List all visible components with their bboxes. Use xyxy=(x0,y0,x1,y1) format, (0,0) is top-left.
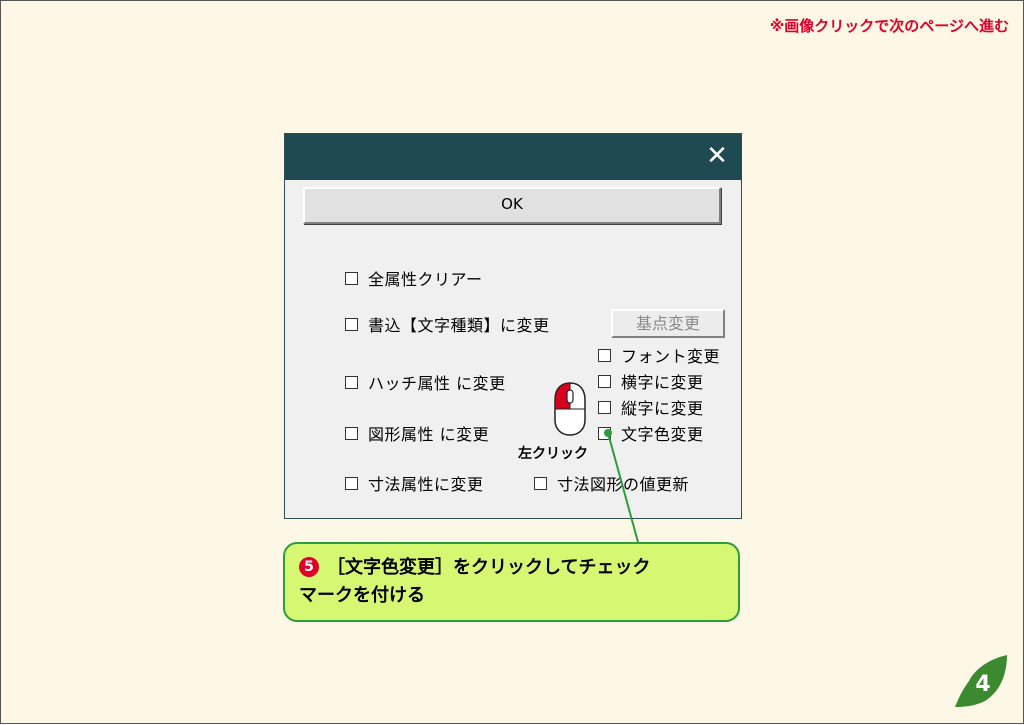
page-number: 4 xyxy=(975,672,990,697)
title-bar: ✕ xyxy=(285,134,741,180)
checkbox-dimension[interactable]: 寸法属性に変更 xyxy=(345,473,484,494)
checkbox-box[interactable] xyxy=(345,317,358,331)
dialog-window: ✕ OK 全属性クリアー 書込【文字種類】に変更 基点変更 フォント変更 ハッチ… xyxy=(284,133,742,519)
instruction-line-1: ［文字色変更］をクリックしてチェック xyxy=(327,557,651,578)
checkbox-figure[interactable]: 図形属性 に変更 xyxy=(345,423,490,444)
instruction-callout: 5 ［文字色変更］をクリックしてチェック マークを付ける xyxy=(283,542,740,622)
basepoint-change-button: 基点変更 xyxy=(611,309,725,338)
checkbox-text-color[interactable]: 文字色変更 xyxy=(598,423,704,444)
checkbox-label: フォント変更 xyxy=(621,347,721,366)
checkbox-horizontal[interactable]: 横字に変更 xyxy=(598,371,704,392)
checkbox-hatch[interactable]: ハッチ属性 に変更 xyxy=(345,372,506,393)
checkbox-label: 横字に変更 xyxy=(621,373,704,392)
checkbox-label: 文字色変更 xyxy=(621,425,704,444)
checkbox-label: 寸法図形の値更新 xyxy=(557,475,690,494)
checkbox-box[interactable] xyxy=(345,271,358,285)
checkbox-box[interactable] xyxy=(345,426,358,440)
checkbox-write-mode[interactable]: 書込【文字種類】に変更 xyxy=(345,314,550,335)
checkbox-label: 書込【文字種類】に変更 xyxy=(368,316,550,335)
checkbox-label: 図形属性 に変更 xyxy=(368,425,490,444)
leaf-icon: 4 xyxy=(955,655,1007,707)
instruction-line-2: マークを付ける xyxy=(299,585,425,606)
checkbox-label: 縦字に変更 xyxy=(621,399,704,418)
checkbox-dim-figure-update[interactable]: 寸法図形の値更新 xyxy=(534,473,690,494)
next-page-note: ※画像クリックで次のページへ進む xyxy=(769,17,1009,35)
checkbox-label: ハッチ属性 に変更 xyxy=(368,374,506,393)
step-number-badge: 5 xyxy=(299,557,319,577)
slide[interactable]: ※画像クリックで次のページへ進む ✕ OK 全属性クリアー 書込【文字種類】に変… xyxy=(0,0,1024,724)
checkbox-box[interactable] xyxy=(598,348,611,362)
checkbox-box[interactable] xyxy=(598,374,611,388)
checkbox-label: 寸法属性に変更 xyxy=(368,475,484,494)
checkbox-label: 全属性クリアー xyxy=(368,270,483,289)
checkbox-box[interactable] xyxy=(345,375,358,389)
checkbox-all-clear[interactable]: 全属性クリアー xyxy=(345,268,483,289)
checkbox-box[interactable] xyxy=(598,400,611,414)
checkbox-box[interactable] xyxy=(345,476,358,490)
left-click-label: 左クリック xyxy=(518,446,588,462)
checkbox-box[interactable] xyxy=(534,476,547,490)
checkbox-font-change[interactable]: フォント変更 xyxy=(598,345,721,366)
checkbox-vertical[interactable]: 縦字に変更 xyxy=(598,397,704,418)
mouse-left-click-icon xyxy=(554,382,586,436)
ok-button[interactable]: OK xyxy=(303,187,721,224)
close-icon[interactable]: ✕ xyxy=(693,134,741,180)
checkbox-box[interactable] xyxy=(598,426,611,440)
